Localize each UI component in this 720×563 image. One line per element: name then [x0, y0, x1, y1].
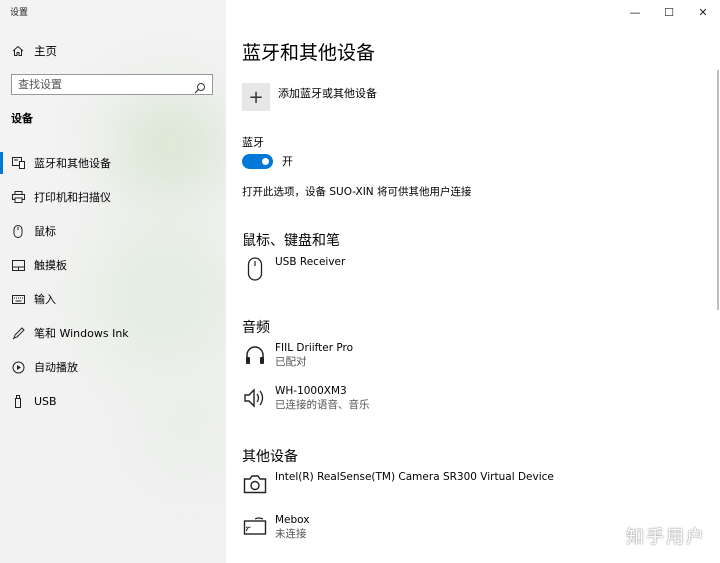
device-name: Intel(R) RealSense(TM) Camera SR300 Virt… [275, 471, 554, 483]
printer-icon [11, 190, 25, 204]
sidebar-item-pen[interactable]: 笔和 Windows Ink [0, 316, 226, 350]
wireless-display-icon [242, 514, 268, 540]
search-input[interactable] [18, 78, 194, 91]
sidebar-item-label: 自动播放 [34, 361, 78, 374]
bluetooth-toggle-row: 开 [242, 153, 293, 169]
bluetooth-devices-icon [11, 156, 25, 170]
add-device-button[interactable]: + 添加蓝牙或其他设备 [242, 83, 377, 111]
sidebar-item-label: 打印机和扫描仪 [34, 191, 111, 204]
scrollbar[interactable] [717, 70, 719, 310]
device-status: 已连接的语音、音乐 [275, 399, 370, 411]
sidebar-item-label: 笔和 Windows Ink [34, 327, 129, 340]
sidebar-item-touchpad[interactable]: 触摸板 [0, 248, 226, 282]
home-nav-item[interactable]: 主页 [11, 42, 57, 60]
bluetooth-label: 蓝牙 [242, 136, 264, 149]
close-button[interactable]: ✕ [686, 0, 720, 24]
watermark-text: 知乎用户 [626, 527, 706, 548]
home-icon [11, 44, 25, 58]
home-label: 主页 [34, 44, 57, 58]
device-fiil-driifter-pro[interactable]: FIIL Driifter Pro 已配对 [242, 342, 353, 369]
mouse-icon [11, 224, 25, 238]
sidebar-item-label: 鼠标 [34, 225, 56, 238]
sidebar-item-autoplay[interactable]: 自动播放 [0, 350, 226, 384]
minimize-button[interactable]: — [618, 0, 652, 24]
sidebar-item-printers[interactable]: 打印机和扫描仪 [0, 180, 226, 214]
device-name: WH-1000XM3 [275, 385, 347, 397]
camera-icon [242, 471, 268, 497]
section-heading: 设备 [11, 112, 33, 125]
sidebar-item-typing[interactable]: 输入 [0, 282, 226, 316]
maximize-button[interactable]: ☐ [652, 0, 686, 24]
toggle-state-label: 开 [282, 155, 293, 168]
add-device-label: 添加蓝牙或其他设备 [278, 87, 377, 100]
keyboard-icon [11, 292, 25, 306]
sidebar-item-label: USB [34, 394, 57, 408]
sidebar-item-usb[interactable]: USB [0, 384, 226, 418]
group-title-audio: 音频 [242, 320, 270, 336]
usb-icon [11, 394, 25, 408]
bluetooth-description: 打开此选项，设备 SUO-XIN 将可供其他用户连接 [242, 186, 472, 198]
plus-icon[interactable]: + [242, 83, 270, 111]
group-title-input-devices: 鼠标、键盘和笔 [242, 233, 340, 249]
device-status: 未连接 [275, 528, 307, 540]
device-wh-1000xm3[interactable]: WH-1000XM3 已连接的语音、音乐 [242, 385, 370, 412]
sidebar-nav: 蓝牙和其他设备 打印机和扫描仪 鼠标 触摸板 输入 笔和 Windows Ink… [0, 146, 226, 418]
page-title: 蓝牙和其他设备 [242, 42, 376, 64]
device-mebox[interactable]: Mebox 未连接 [242, 514, 310, 541]
touchpad-icon [11, 258, 25, 272]
toggle-knob [262, 157, 269, 165]
main-panel: — ☐ ✕ 蓝牙和其他设备 + 添加蓝牙或其他设备 蓝牙 开 打开此选项，设备 … [226, 0, 720, 563]
bluetooth-toggle[interactable] [242, 153, 273, 169]
sidebar-item-mouse[interactable]: 鼠标 [0, 214, 226, 248]
device-name: USB Receiver [275, 256, 346, 268]
pen-icon [11, 326, 25, 340]
sidebar: 设置 主页 设备 蓝牙和其他设备 打印机和扫描仪 [0, 0, 226, 563]
sidebar-item-label: 蓝牙和其他设备 [34, 157, 111, 170]
mouse-icon [242, 256, 268, 282]
group-title-other-devices: 其他设备 [242, 449, 298, 465]
window-controls: — ☐ ✕ [618, 0, 720, 24]
window-title: 设置 [10, 8, 29, 18]
search-box[interactable] [11, 74, 213, 95]
sidebar-item-label: 输入 [34, 293, 56, 306]
device-realsense-camera[interactable]: Intel(R) RealSense(TM) Camera SR300 Virt… [242, 471, 554, 497]
speaker-icon [242, 385, 268, 411]
headphones-icon [242, 342, 268, 368]
autoplay-icon [11, 360, 25, 374]
device-name: FIIL Driifter Pro [275, 342, 354, 354]
sidebar-item-label: 触摸板 [34, 259, 67, 272]
device-name: Mebox [275, 514, 310, 526]
search-icon[interactable] [194, 79, 206, 93]
device-usb-receiver[interactable]: USB Receiver [242, 256, 345, 282]
sidebar-item-bluetooth[interactable]: 蓝牙和其他设备 [0, 146, 226, 180]
device-status: 已配对 [275, 356, 307, 368]
